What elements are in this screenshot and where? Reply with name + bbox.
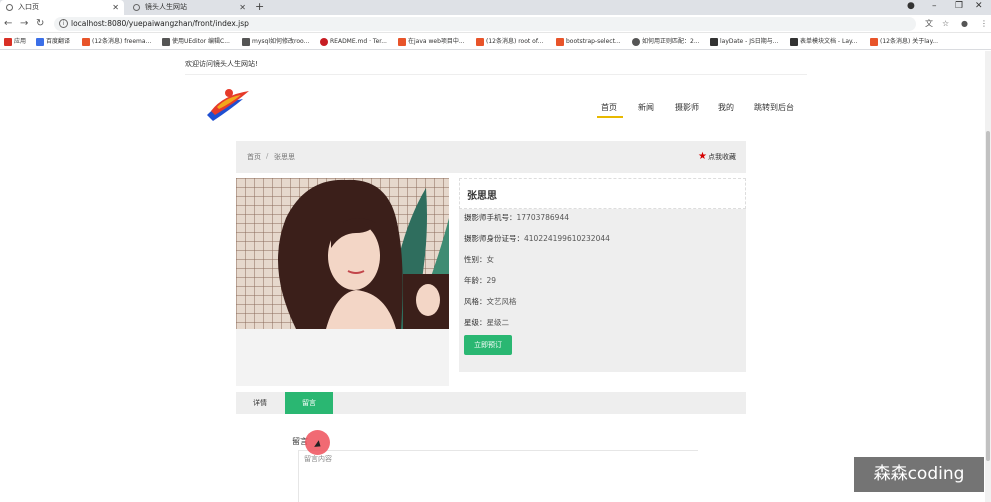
- apps-icon: [4, 38, 12, 46]
- bookmark-item[interactable]: (12条消息) root of...: [476, 34, 543, 49]
- bookmark-item[interactable]: (12条消息) freema...: [82, 34, 151, 49]
- comment-section: 留言 留言内容: [236, 414, 746, 502]
- detail-tabs: 详情 留言: [236, 392, 746, 414]
- photographer-photo: [236, 178, 449, 329]
- bookmark-star-icon[interactable]: ☆: [942, 17, 949, 31]
- field-age: 年龄：29: [464, 276, 497, 285]
- scrollbar[interactable]: [985, 51, 991, 502]
- bookmark-favicon-icon: [82, 38, 90, 46]
- divider: [185, 74, 807, 75]
- browser-tab-inactive[interactable]: 镜头人生网站 ✕: [127, 0, 251, 15]
- breadcrumb-current: 张思思: [274, 153, 295, 161]
- profile-name-row: 张思思: [459, 178, 746, 209]
- bookmark-item[interactable]: 表单模块文档 - Lay...: [790, 34, 857, 49]
- bookmark-item[interactable]: 如何用正则匹配：2...: [632, 34, 700, 49]
- bookmark-item[interactable]: README.md · Ter...: [320, 34, 387, 49]
- globe-icon: [133, 4, 140, 11]
- field-style: 风格：文艺风格: [464, 297, 517, 306]
- reload-icon[interactable]: ↻: [36, 16, 44, 31]
- bookmark-item[interactable]: 应用: [4, 34, 26, 49]
- bookmark-item[interactable]: bootstrap-select...: [556, 34, 621, 49]
- close-tab-icon[interactable]: ✕: [239, 0, 246, 15]
- globe-icon: [6, 4, 13, 11]
- watermark: 森森coding: [854, 457, 984, 492]
- translate-icon[interactable]: 文: [925, 17, 933, 31]
- bookmark-favicon-icon: [790, 38, 798, 46]
- photo-panel: [236, 178, 449, 386]
- bookmark-favicon-icon: [242, 38, 250, 46]
- bookmark-favicon-icon: [632, 38, 640, 46]
- nav-active-indicator: [597, 116, 623, 118]
- bookmark-favicon-icon: [556, 38, 564, 46]
- field-rating: 星级：星级二: [464, 318, 509, 327]
- nav-photographers[interactable]: 摄影师: [675, 102, 699, 113]
- url-input[interactable]: i localhost:8080/yuepaiwangzhan/front/in…: [54, 17, 916, 31]
- book-now-button[interactable]: 立即预订: [464, 335, 512, 355]
- nav-mine[interactable]: 我的: [718, 102, 734, 113]
- bookmark-item[interactable]: 百度翻译: [36, 34, 70, 49]
- tab-details[interactable]: 详情: [236, 392, 284, 414]
- close-window-button[interactable]: ✕: [975, 0, 983, 13]
- bookmark-favicon-icon: [870, 38, 878, 46]
- browser-tab-bar: 入口页 ✕ 镜头人生网站 ✕ + ● – ❐ ✕: [0, 0, 991, 15]
- nav-news[interactable]: 新闻: [638, 102, 654, 113]
- close-tab-icon[interactable]: ✕: [112, 0, 119, 15]
- bookmark-favicon-icon: [36, 38, 44, 46]
- nav-admin[interactable]: 跳转到后台: [754, 102, 794, 113]
- breadcrumb-separator: /: [266, 152, 269, 160]
- bookmark-item[interactable]: (12条消息) 关于lay...: [870, 34, 938, 49]
- site-logo[interactable]: [203, 85, 253, 125]
- field-id-number: 摄影师身份证号：410224199610232044: [464, 234, 610, 243]
- welcome-text: 欢迎访问镜头人生网站!: [185, 60, 258, 68]
- bookmark-item[interactable]: 使用UEditor 编辑C...: [162, 34, 230, 49]
- breadcrumb-home[interactable]: 首页: [247, 152, 261, 162]
- profile-name: 张思思: [467, 191, 497, 202]
- maximize-button[interactable]: ❐: [955, 0, 963, 13]
- star-icon: ★: [698, 151, 707, 162]
- profile-panel: 张思思 摄影师手机号：17703786944 摄影师身份证号：410224199…: [459, 178, 746, 372]
- bookmarks-bar: 应用 百度翻译 (12条消息) freema... 使用UEditor 编辑C.…: [0, 34, 991, 50]
- menu-kebab-icon[interactable]: ⋮: [980, 17, 988, 31]
- bookmark-item[interactable]: mysql如何修改roo...: [242, 34, 309, 49]
- profile-icon[interactable]: ●: [907, 0, 915, 13]
- browser-tab-active[interactable]: 入口页 ✕: [0, 0, 124, 15]
- new-tab-button[interactable]: +: [255, 0, 264, 14]
- field-gender: 性别：女: [464, 255, 494, 264]
- back-arrow-icon[interactable]: ←: [4, 16, 12, 31]
- info-icon[interactable]: i: [59, 19, 68, 28]
- field-phone: 摄影师手机号：17703786944: [464, 213, 569, 222]
- comment-textarea[interactable]: 留言内容: [298, 450, 698, 502]
- bookmark-favicon-icon: [162, 38, 170, 46]
- bookmark-item[interactable]: layDate - JS日期与...: [710, 34, 779, 49]
- minimize-button[interactable]: –: [932, 0, 937, 13]
- scrollbar-thumb[interactable]: [986, 131, 990, 461]
- bookmark-item[interactable]: 在java web项目中...: [398, 34, 465, 49]
- bookmark-favicon-icon: [476, 38, 484, 46]
- url-text: localhost:8080/yuepaiwangzhan/front/inde…: [71, 19, 249, 28]
- forward-arrow-icon[interactable]: →: [20, 16, 28, 31]
- page-content: 欢迎访问镜头人生网站! 首页 新闻 摄影师 我的 跳转到后台 首页 / 张思思 …: [0, 51, 991, 502]
- comment-placeholder: 留言内容: [304, 455, 332, 463]
- tab-title: 镜头人生网站: [145, 3, 187, 11]
- tab-comments[interactable]: 留言: [285, 392, 333, 414]
- bookmark-favicon-icon: [320, 38, 328, 46]
- favorite-button[interactable]: ★点我收藏: [698, 151, 736, 162]
- bookmark-favicon-icon: [710, 38, 718, 46]
- account-icon[interactable]: ●: [961, 17, 968, 31]
- tab-title: 入口页: [18, 3, 39, 11]
- breadcrumb: 首页 / 张思思 ★点我收藏: [236, 141, 746, 173]
- address-bar-row: ← → ↻ i localhost:8080/yuepaiwangzhan/fr…: [0, 15, 991, 33]
- bookmark-favicon-icon: [398, 38, 406, 46]
- nav-home[interactable]: 首页: [601, 102, 617, 113]
